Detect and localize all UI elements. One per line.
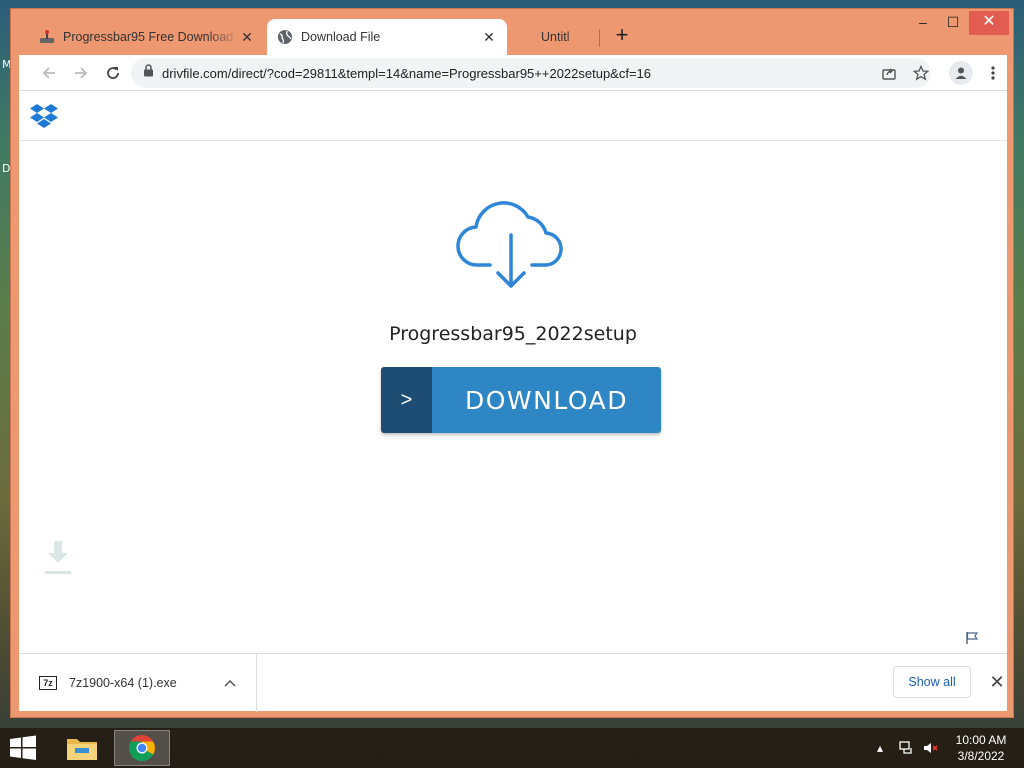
browser-menu-icon[interactable] <box>981 61 1005 85</box>
new-tab-button[interactable]: + <box>611 24 633 47</box>
taskbar: ▴ 10:00 AM 3/8/2022 <box>0 728 1024 768</box>
file-explorer-icon[interactable] <box>54 730 110 766</box>
chrome-taskbar-icon[interactable] <box>114 730 170 766</box>
tab-download-file[interactable]: Download File ✕ <box>267 19 507 55</box>
bookmark-star-icon[interactable] <box>909 61 933 85</box>
forward-arrow-icon[interactable] <box>69 61 93 85</box>
tab-title: Progressbar95 Free Download 20 <box>63 30 239 44</box>
download-shelf: 7z 7z1900-x64 (1).exe Show all ✕ <box>19 653 1009 712</box>
tab-untitled[interactable]: Untitl <box>531 19 601 55</box>
tab-separator <box>599 29 600 47</box>
report-flag-icon[interactable] <box>965 631 979 645</box>
page-content: Progressbar95_2022setup > DOWNLOAD <box>19 91 1007 653</box>
clock-date: 3/8/2022 <box>957 749 1005 763</box>
download-button[interactable]: > DOWNLOAD <box>381 367 661 433</box>
globe-icon <box>277 29 293 45</box>
file-name-heading: Progressbar95_2022setup <box>389 323 637 345</box>
cloud-download-icon <box>456 195 566 291</box>
reload-icon[interactable] <box>101 61 125 85</box>
tab-close-icon[interactable]: ✕ <box>481 29 497 45</box>
address-bar[interactable]: drivfile.com/direct/?cod=29811&templ=14&… <box>131 58 931 88</box>
tab-title: Download File <box>301 30 381 44</box>
lock-icon[interactable] <box>143 64 154 82</box>
clock-time: 10:00 AM <box>955 733 1007 747</box>
show-all-button[interactable]: Show all <box>893 666 971 698</box>
downloaded-file-item[interactable]: 7z 7z1900-x64 (1).exe <box>19 654 257 712</box>
faded-download-icon <box>43 539 73 579</box>
system-clock[interactable]: 10:00 AM 3/8/2022 <box>946 732 1016 764</box>
tab-title: Untitl <box>541 30 570 44</box>
volume-muted-icon[interactable] <box>920 738 940 758</box>
7zip-file-icon: 7z <box>39 676 57 690</box>
download-button-arrow[interactable]: > <box>381 367 432 433</box>
minimize-button[interactable]: ‒ <box>909 11 937 35</box>
network-icon[interactable] <box>896 738 916 758</box>
tab-close-icon[interactable]: ✕ <box>239 29 255 45</box>
tab-progressbar95[interactable]: Progressbar95 Free Download 20 ✕ <box>29 19 265 55</box>
close-window-button[interactable]: ✕ <box>969 11 1009 35</box>
url-text[interactable]: drivfile.com/direct/?cod=29811&templ=14&… <box>162 66 651 81</box>
maximize-button[interactable]: ☐ <box>939 11 967 35</box>
download-button-label[interactable]: DOWNLOAD <box>432 367 661 433</box>
close-shelf-icon[interactable]: ✕ <box>985 670 1009 694</box>
chevron-up-icon[interactable] <box>218 676 242 690</box>
tray-expand-icon[interactable]: ▴ <box>872 738 888 758</box>
profile-avatar-icon[interactable] <box>949 61 973 85</box>
downloaded-file-name: 7z1900-x64 (1).exe <box>69 676 177 690</box>
windows-start-icon[interactable] <box>8 734 38 762</box>
tab-strip: Progressbar95 Free Download 20 ✕ Downloa… <box>11 9 1013 55</box>
share-icon[interactable] <box>877 61 901 85</box>
browser-window: Progressbar95 Free Download 20 ✕ Downloa… <box>10 8 1014 718</box>
back-arrow-icon[interactable] <box>37 61 61 85</box>
site-header <box>19 91 1007 141</box>
dropbox-logo-icon[interactable] <box>29 101 59 131</box>
browser-toolbar: drivfile.com/direct/?cod=29811&templ=14&… <box>19 55 1007 91</box>
game-icon <box>39 29 55 45</box>
